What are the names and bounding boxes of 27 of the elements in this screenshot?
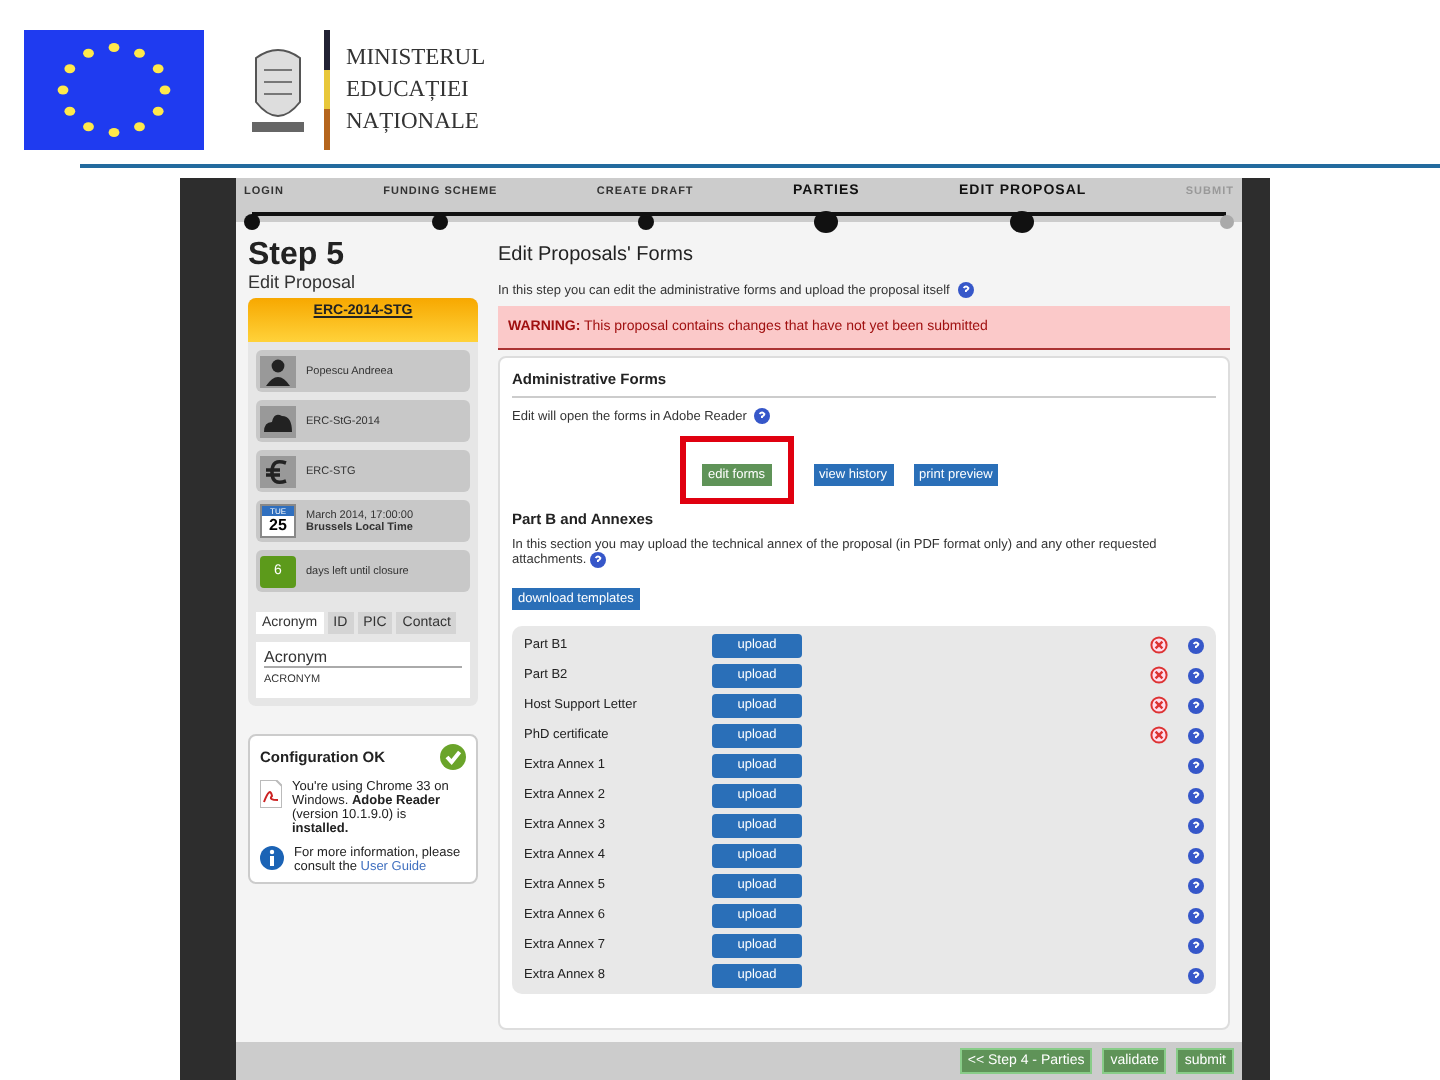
help-icon[interactable] bbox=[1188, 787, 1204, 803]
info-icon bbox=[260, 846, 284, 870]
help-icon[interactable] bbox=[957, 282, 974, 298]
help-icon[interactable] bbox=[590, 552, 607, 568]
step-title: Step 5 bbox=[248, 238, 347, 272]
help-icon[interactable] bbox=[1188, 847, 1204, 863]
euro-icon bbox=[260, 455, 296, 487]
ministry-name: NAȚIONALE bbox=[346, 108, 481, 139]
help-icon[interactable] bbox=[1188, 697, 1204, 713]
pdf-icon bbox=[260, 780, 282, 808]
help-icon[interactable] bbox=[1188, 727, 1204, 743]
help-icon[interactable] bbox=[1188, 637, 1204, 653]
field-label: Acronym bbox=[264, 648, 462, 668]
cloud-icon bbox=[260, 405, 296, 437]
help-icon[interactable] bbox=[1188, 967, 1204, 983]
help-icon[interactable] bbox=[1188, 877, 1204, 893]
page-title: Edit Proposals' Forms bbox=[498, 244, 695, 266]
ministry-name: EDUCAȚIEI bbox=[346, 75, 471, 106]
step-subtitle: Edit Proposal bbox=[248, 272, 358, 292]
help-icon[interactable] bbox=[1188, 757, 1204, 773]
help-icon[interactable] bbox=[1188, 937, 1204, 953]
help-icon[interactable] bbox=[1188, 817, 1204, 833]
help-icon[interactable] bbox=[1188, 907, 1204, 923]
person-icon bbox=[260, 355, 296, 387]
ministry-name: MINISTERUL bbox=[346, 43, 486, 74]
help-icon[interactable] bbox=[754, 408, 771, 424]
help-icon[interactable] bbox=[1188, 667, 1204, 683]
